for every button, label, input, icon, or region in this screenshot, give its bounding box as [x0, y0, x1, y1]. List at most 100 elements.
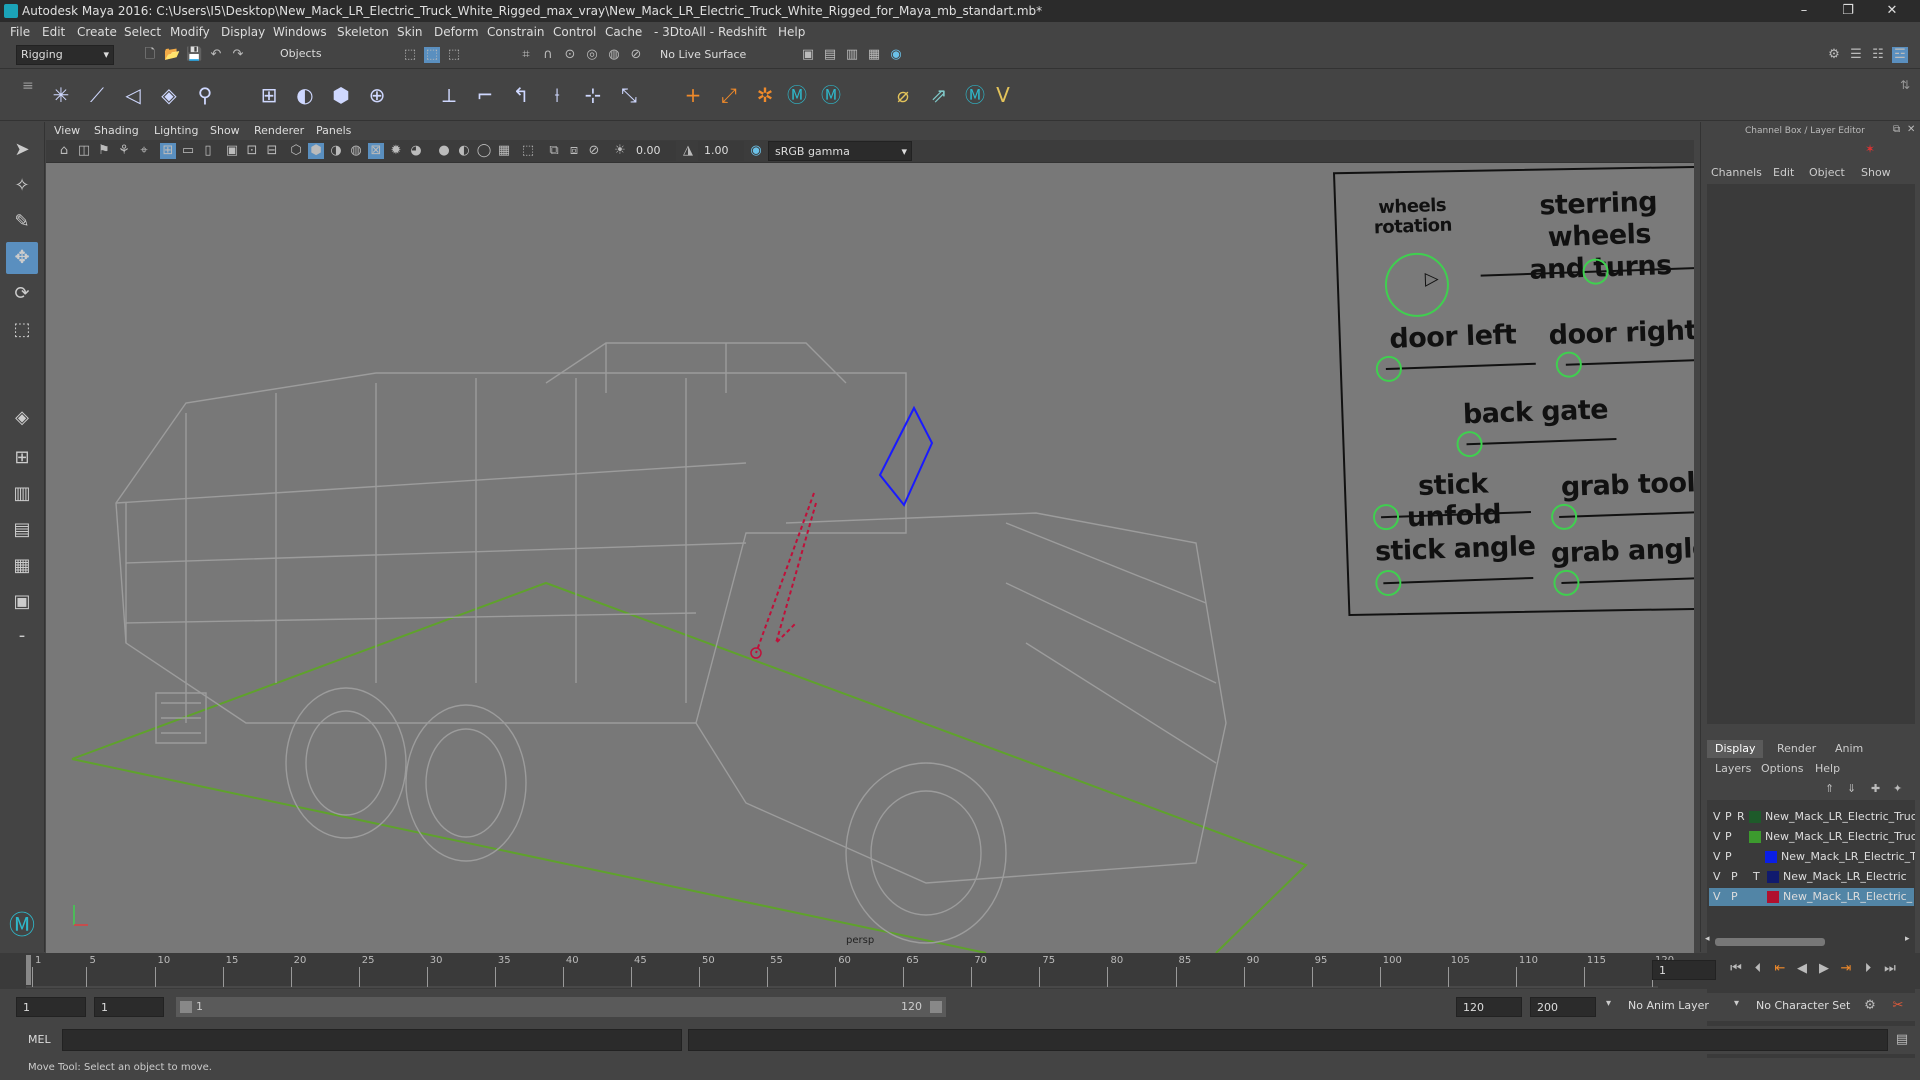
modeling-toolkit-icon[interactable]: ⚙	[1826, 47, 1842, 63]
xray-components-icon[interactable]: ⧈	[566, 143, 582, 159]
layer-visibility[interactable]: V	[1713, 830, 1721, 843]
hypershade-icon[interactable]: ◉	[888, 47, 904, 63]
mirror-joint-icon[interactable]: ⚲	[192, 82, 218, 108]
time-slider[interactable]: 1 5 10 15 20 25 30 35 40 45 50 55 60 65 70 75 80 85 90 95 10…	[0, 953, 1920, 989]
two-view-layout-icon[interactable]: ▥	[6, 478, 38, 510]
expression-icon[interactable]: ⇗	[926, 82, 952, 108]
tool-settings-icon[interactable]: ☷	[1870, 47, 1886, 63]
layer-name[interactable]: New_Mack_LR_Electric_	[1783, 890, 1915, 903]
options-menu[interactable]: Options	[1761, 762, 1803, 775]
anti-aliasing-icon[interactable]: ◐	[456, 143, 472, 159]
cluster-icon[interactable]: ◐	[292, 82, 318, 108]
maya-logo-shelf-icon[interactable]: Ⓜ	[962, 82, 988, 108]
panel-menu-renderer[interactable]: Renderer	[254, 124, 304, 137]
scroll-left-icon[interactable]: ◂	[1705, 934, 1710, 944]
command-language-label[interactable]: MEL	[28, 1033, 51, 1046]
menu-file[interactable]: File	[10, 25, 30, 39]
camera-attributes-icon[interactable]: ◫	[76, 143, 92, 159]
menu-select[interactable]: Select	[124, 25, 161, 39]
camera-select-icon[interactable]: ⌂	[56, 143, 72, 159]
hypershade-layout-icon[interactable]: ▣	[6, 586, 38, 618]
layer-visibility[interactable]: V	[1713, 810, 1721, 823]
ambient-occlusion-icon[interactable]: ◕	[408, 143, 424, 159]
play-backwards-icon[interactable]: ◀	[1794, 961, 1810, 977]
script-editor-icon[interactable]: ▤	[1894, 1032, 1910, 1048]
step-back-key-icon[interactable]: ⇤	[1772, 961, 1788, 977]
menu-windows[interactable]: Windows	[273, 25, 327, 39]
layer-name[interactable]: New_Mack_LR_Electric_Truck	[1765, 810, 1915, 823]
more-layouts-icon[interactable]: -	[6, 620, 38, 652]
layer-color-swatch[interactable]	[1765, 851, 1777, 863]
menu-set-dropdown[interactable]: Rigging ▾	[16, 45, 114, 65]
move-layer-up-icon[interactable]: ⇑	[1825, 782, 1834, 795]
select-tool-icon[interactable]: ➤	[6, 134, 38, 166]
safe-action-icon[interactable]: ⊟	[264, 143, 280, 159]
panel-menu-show[interactable]: Show	[210, 124, 240, 137]
show-tab[interactable]: Show	[1861, 166, 1891, 179]
resolution-gate-icon[interactable]: ▯	[200, 143, 216, 159]
image-plane-icon[interactable]: ⚘	[116, 143, 132, 159]
scale-tool-icon[interactable]: ⬚	[6, 314, 38, 346]
grid-icon[interactable]: ⊞	[160, 143, 176, 159]
channel-box-toggle-icon[interactable]: ✶	[1865, 142, 1875, 156]
help-menu[interactable]: Help	[1815, 762, 1840, 775]
snap-view-plane-icon[interactable]: ◎	[584, 47, 600, 63]
channels-tab[interactable]: Channels	[1711, 166, 1762, 179]
menu-cache[interactable]: Cache	[605, 25, 642, 39]
playback-start-field[interactable]: 1	[94, 997, 164, 1017]
exposure-icon[interactable]: ☀	[612, 143, 628, 159]
object-tab[interactable]: Object	[1809, 166, 1845, 179]
outliner-layout-icon[interactable]: ▤	[6, 514, 38, 546]
paint-weights-icon[interactable]: ↰	[508, 82, 534, 108]
menu-constrain[interactable]: Constrain	[487, 25, 545, 39]
layer-playback[interactable]: P	[1725, 830, 1732, 843]
render-settings-icon[interactable]: ▦	[866, 47, 882, 63]
wireframe-on-shaded-icon[interactable]: ◑	[328, 143, 344, 159]
make-live-icon[interactable]: ⊘	[628, 47, 644, 63]
render-view-icon[interactable]: ▣	[800, 47, 816, 63]
display-tab[interactable]: Display	[1707, 740, 1763, 758]
wireframe-icon[interactable]: ⬡	[288, 143, 304, 159]
backface-culling-icon[interactable]: ⊘	[586, 143, 602, 159]
hik-character-icon[interactable]: Ⓜ	[818, 82, 844, 108]
exposure-field[interactable]: 0.00	[630, 141, 676, 161]
layer-name[interactable]: New_Mack_LR_Electric	[1783, 870, 1915, 883]
color-management-icon[interactable]: ◉	[748, 143, 764, 159]
menu-display[interactable]: Display	[221, 25, 265, 39]
shadows-icon[interactable]: ✹	[388, 143, 404, 159]
menu-3dtoall[interactable]: - 3DtoAll -	[654, 25, 714, 39]
detach-skin-icon[interactable]: ⟊	[544, 82, 570, 108]
float-panel-icon[interactable]: ⧉	[1893, 124, 1900, 135]
layers-horizontal-scrollbar[interactable]	[1715, 938, 1825, 946]
layer-color-swatch[interactable]	[1767, 891, 1779, 903]
layer-playback[interactable]: P	[1725, 810, 1732, 823]
paint-select-tool-icon[interactable]: ✎	[6, 206, 38, 238]
bind-skin-icon[interactable]: ⟂	[436, 82, 462, 108]
perspective-viewport[interactable]: persp wheels rotation ▷ sterring wheels …	[46, 163, 1694, 953]
anim-layer-dropdown[interactable]: No Anim Layer	[1628, 999, 1709, 1012]
smooth-shade-icon[interactable]: ⬢	[308, 143, 324, 159]
gate-mask-icon[interactable]: ▣	[224, 143, 240, 159]
aim-constraint-icon[interactable]: ⤢	[716, 82, 742, 108]
layer-color-swatch[interactable]	[1749, 831, 1761, 843]
menu-create[interactable]: Create	[77, 25, 117, 39]
wire-deformer-icon[interactable]: ⬢	[328, 82, 354, 108]
auto-key-icon[interactable]: ⚙	[1862, 998, 1878, 1014]
ipr-render-icon[interactable]: ▥	[844, 47, 860, 63]
layer-type[interactable]: R	[1737, 810, 1745, 823]
anim-tab[interactable]: Anim	[1835, 742, 1863, 755]
snap-grid-icon[interactable]: ⌗	[518, 47, 534, 63]
selection-mode-dropdown[interactable]: Objects	[276, 45, 376, 65]
lasso-tool-icon[interactable]: ✧	[6, 170, 38, 202]
current-time-marker[interactable]	[26, 955, 31, 985]
orient-constraint-icon[interactable]: ✲	[752, 82, 778, 108]
move-tool-icon[interactable]: ✥	[6, 242, 38, 274]
layer-visibility[interactable]: V	[1713, 850, 1721, 863]
chevron-down-icon[interactable]: ▾	[1734, 998, 1739, 1009]
chevron-down-icon[interactable]: ▾	[1606, 998, 1611, 1009]
blend-shape-icon[interactable]: ⤡	[616, 82, 642, 108]
range-end-handle[interactable]	[930, 1001, 942, 1013]
layer-type[interactable]: T	[1753, 870, 1760, 883]
view-transform-dropdown[interactable]: sRGB gamma ▾	[768, 141, 912, 161]
snap-surface-icon[interactable]: ◍	[606, 47, 622, 63]
